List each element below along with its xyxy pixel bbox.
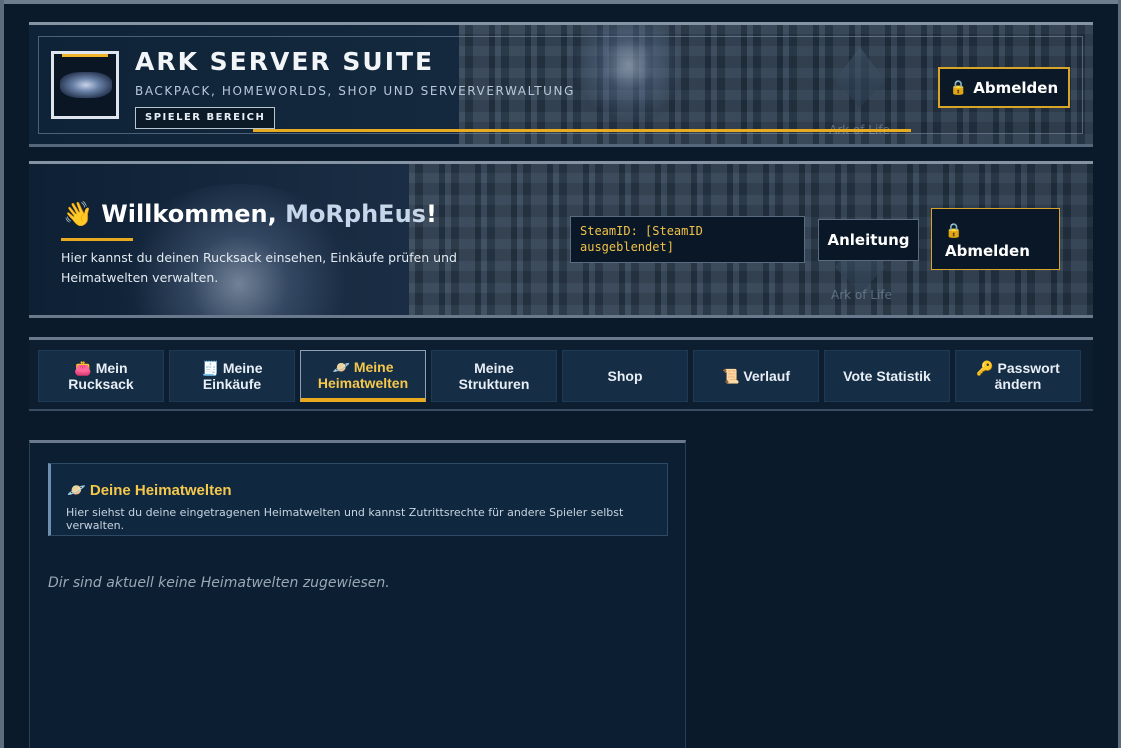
section-header: 🪐 Deine Heimatwelten Hier siehst du dein… [48,463,668,536]
tab-label: Meine [474,360,514,376]
section-title: 🪐 Deine Heimatwelten [67,481,232,499]
tab-vote-statistik[interactable]: Vote Statistik [824,350,950,402]
app-header: Ark of Life ARK SERVER SUITE BACKPACK, H… [29,22,1093,147]
tab-label: ändern [994,376,1042,392]
area-badge: SPIELER BEREICH [135,107,276,129]
username: MoRphEus [285,200,426,228]
welcome-exclaim: ! [425,200,437,228]
waving-hand-icon: 👋 [63,200,93,228]
logo-accent [62,54,108,57]
welcome-greeting: Willkommen, [101,200,286,228]
tab-label: Meine [353,358,394,375]
tab-label: Strukturen [458,376,530,392]
tab-shop[interactable]: Shop [562,350,688,402]
planet-icon: 🪐 [332,358,350,375]
tab-meine-heimatwelten[interactable]: 🪐 Meine Heimatwelten [300,350,426,402]
section-title-text: Deine Heimatwelten [89,482,232,499]
logout-button-header[interactable]: 🔒 Abmelden [938,67,1070,108]
window-left-border [0,0,4,748]
guide-button[interactable]: Anleitung [818,219,919,261]
welcome-text: Hier kannst du deinen Rucksack einsehen,… [61,250,457,285]
purse-icon: 👛 [74,360,92,376]
receipt-icon: 🧾 [201,360,219,376]
steamid-display: SteamID: [SteamID ausgeblendet] [570,216,805,263]
window-top-border [0,0,1121,4]
section-description: Hier siehst du deine eingetragenen Heima… [66,506,624,532]
key-icon: 🔑 [976,360,994,376]
steamid-line-2: ausgeblendet] [580,240,674,254]
tab-meine-einkaeufe[interactable]: 🧾 Meine Einkäufe [169,350,295,402]
app-title: ARK SERVER SUITE [135,47,435,76]
scroll-icon: 📜 [721,368,740,384]
tab-verlauf[interactable]: 📜 Verlauf [693,350,819,402]
empty-state-message: Dir sind aktuell keine Heimatwelten zuge… [48,575,390,591]
tab-label: Rucksack [68,376,134,392]
content-panel: 🪐 Deine Heimatwelten Hier siehst du dein… [29,440,686,748]
planet-icon: 🪐 [67,482,86,499]
welcome-panel: Ark of Life 👋 Willkommen, MoRphEus! Hier… [29,161,1093,318]
welcome-watermark: Ark of Life [831,288,892,302]
tab-label: Vote Statistik [843,368,931,384]
tab-label: Meine [222,360,263,376]
tab-label: Passwort [997,360,1060,376]
logout-label: Abmelden [945,242,1030,260]
tab-label: Mein [95,360,128,376]
app-logo [51,51,119,119]
tab-mein-rucksack[interactable]: 👛 Mein Rucksack [38,350,164,402]
logo-image [60,72,112,98]
tab-label: Verlauf [743,368,791,384]
tab-passwort-aendern[interactable]: 🔑 Passwort ändern [955,350,1081,402]
welcome-accent-line [61,238,133,241]
steamid-line-1: SteamID: [SteamID [580,224,703,238]
tab-label: Shop [607,368,643,384]
header-accent-line [253,129,911,132]
logout-label: Abmelden [973,78,1059,97]
welcome-heading: 👋 Willkommen, MoRphEus! [63,200,437,228]
tab-label: Heimatwelten [317,374,409,391]
tab-label: Einkäufe [202,376,262,392]
main-navigation: 👛 Mein Rucksack 🧾 Meine Einkäufe 🪐 Meine He… [29,337,1093,411]
logout-button-welcome[interactable]: 🔒 Abmelden [931,208,1060,270]
lock-icon: 🔒 [945,223,963,239]
tab-meine-strukturen[interactable]: Meine Strukturen [431,350,557,402]
app-subtitle: BACKPACK, HOMEWORLDS, SHOP UND SERVERVER… [135,84,576,98]
lock-icon: 🔒 [949,79,968,96]
